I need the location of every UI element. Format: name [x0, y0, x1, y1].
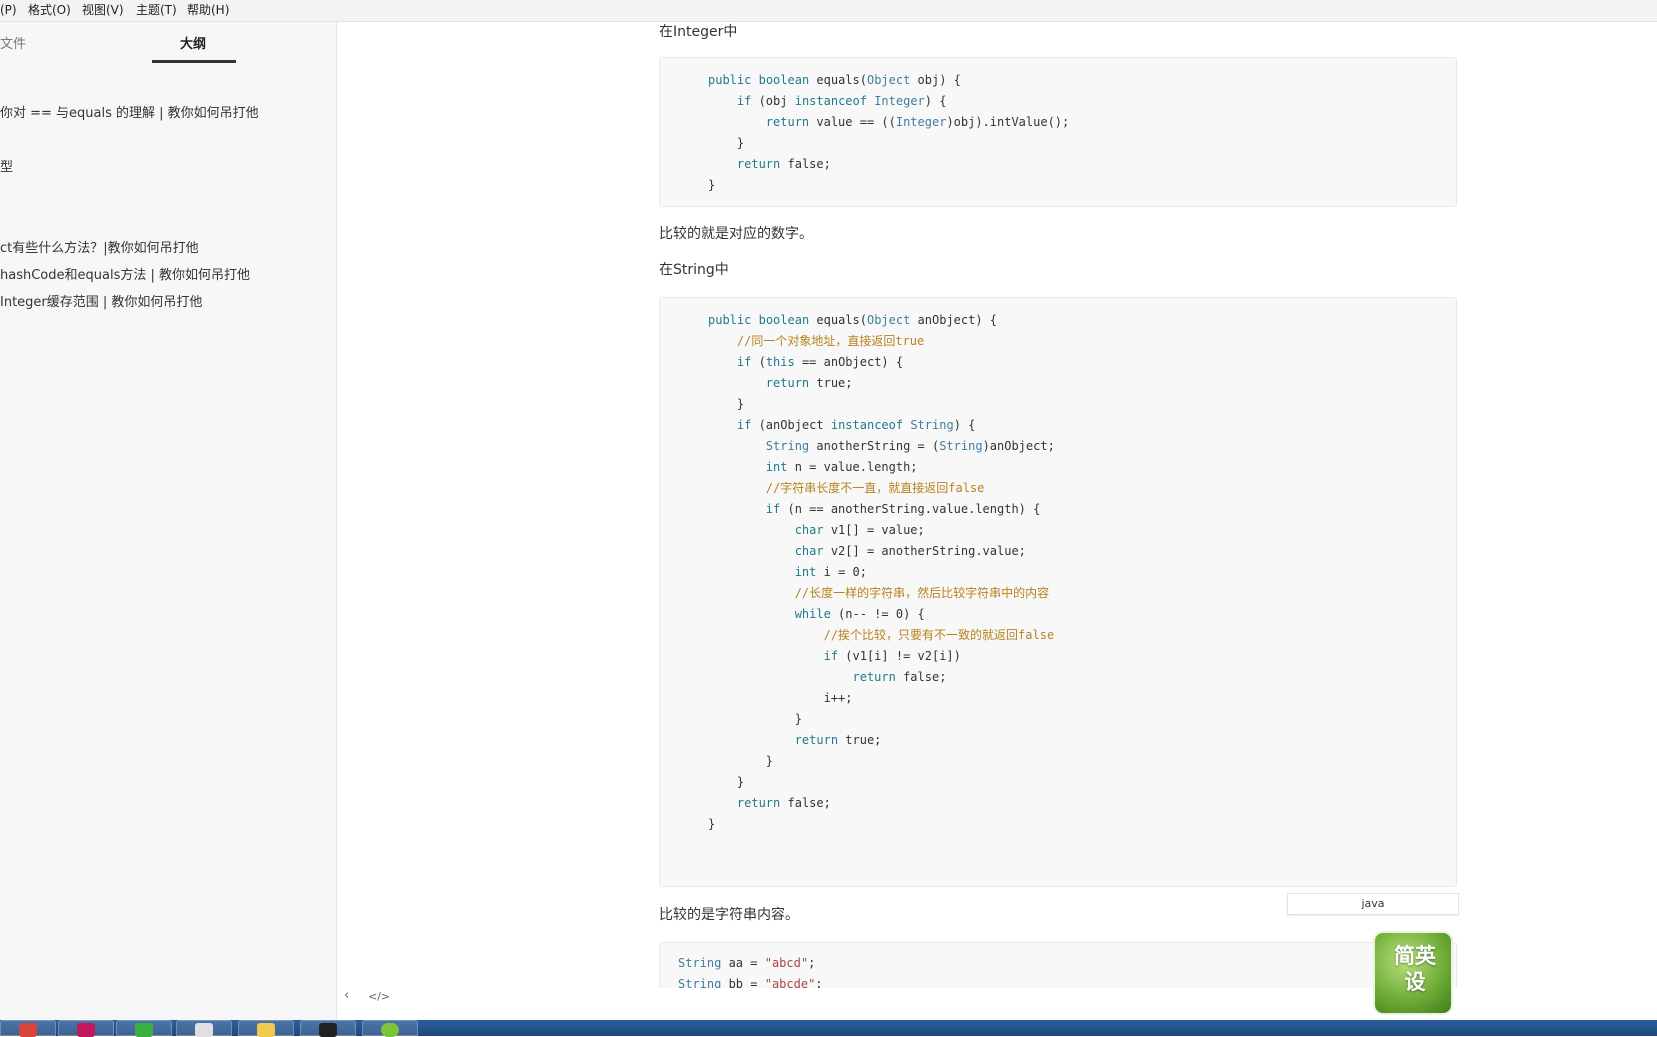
taskbar-app[interactable] [362, 1020, 418, 1037]
watermark-logo: 简英设 [1373, 931, 1453, 1015]
active-tab-indicator [152, 60, 236, 63]
outline-item[interactable]: ct有些什么方法？|教你如何吊打他 [0, 240, 199, 258]
taskbar-typora[interactable] [176, 1020, 232, 1037]
code-integer: public boolean equals(Object obj) { if (… [708, 73, 1070, 192]
paragraph-compare-content: 比较的是字符串内容。 [659, 907, 799, 923]
app-icon [381, 1023, 399, 1037]
menu-item-theme[interactable]: 主题(T) [136, 0, 177, 21]
taskbar-wechat[interactable] [116, 1020, 172, 1037]
menu-item-format[interactable]: 格式(O) [28, 0, 71, 21]
taskbar-chrome[interactable] [0, 1020, 56, 1037]
code-block-snippet[interactable]: String aa = "abcd"; String bb = "abcde"; [659, 942, 1457, 988]
wechat-icon [135, 1023, 153, 1037]
intellij-icon [77, 1023, 95, 1037]
typora-icon [195, 1023, 213, 1037]
tab-outline[interactable]: 大纲 [180, 36, 206, 54]
source-code-mode-icon[interactable]: </> [368, 990, 390, 1003]
menu-item-help[interactable]: 帮助(H) [187, 0, 229, 21]
sidebar: 文件 大纲 你对 == 与equals 的理解 | 教你如何吊打他 型 ct有些… [0, 22, 337, 1022]
menu-bar: (P) 格式(O) 视图(V) 主题(T) 帮助(H) [0, 0, 1657, 22]
collapse-sidebar-icon[interactable]: ‹ [344, 988, 349, 1003]
notepad-icon [257, 1023, 275, 1037]
menu-item-paragraph[interactable]: (P) [0, 0, 17, 21]
code-snippet: String aa = "abcd"; String bb = "abcde"; [678, 956, 823, 988]
menu-item-view[interactable]: 视图(V) [82, 0, 124, 21]
outline-item[interactable]: Integer缓存范围 | 教你如何吊打他 [0, 294, 202, 312]
tab-files[interactable]: 文件 [0, 36, 26, 54]
editor-content[interactable]: 在Integer中 public boolean equals(Object o… [336, 22, 1657, 988]
code-language-selector[interactable]: java [1287, 893, 1459, 915]
terminal-icon [319, 1023, 337, 1037]
code-block-string[interactable]: public boolean equals(Object anObject) {… [659, 297, 1457, 887]
taskbar-terminal[interactable] [300, 1020, 356, 1037]
outline-item[interactable]: 你对 == 与equals 的理解 | 教你如何吊打他 [0, 105, 259, 123]
outline-item[interactable]: 型 [0, 159, 13, 177]
taskbar-notepad[interactable] [238, 1020, 294, 1037]
outline-item[interactable]: hashCode和equals方法 | 教你如何吊打他 [0, 267, 250, 285]
taskbar-intellij[interactable] [58, 1020, 114, 1037]
sidebar-footer: ‹ </> [336, 988, 396, 1012]
code-string: public boolean equals(Object anObject) {… [708, 313, 1055, 831]
logo-text: 简英设 [1394, 944, 1436, 994]
taskbar [0, 1020, 1657, 1037]
code-block-integer[interactable]: public boolean equals(Object obj) { if (… [659, 57, 1457, 207]
heading-integer: 在Integer中 [659, 24, 738, 40]
paragraph-compare-number: 比较的就是对应的数字。 [659, 226, 813, 242]
heading-string: 在String中 [659, 262, 729, 278]
chrome-icon [19, 1023, 37, 1037]
